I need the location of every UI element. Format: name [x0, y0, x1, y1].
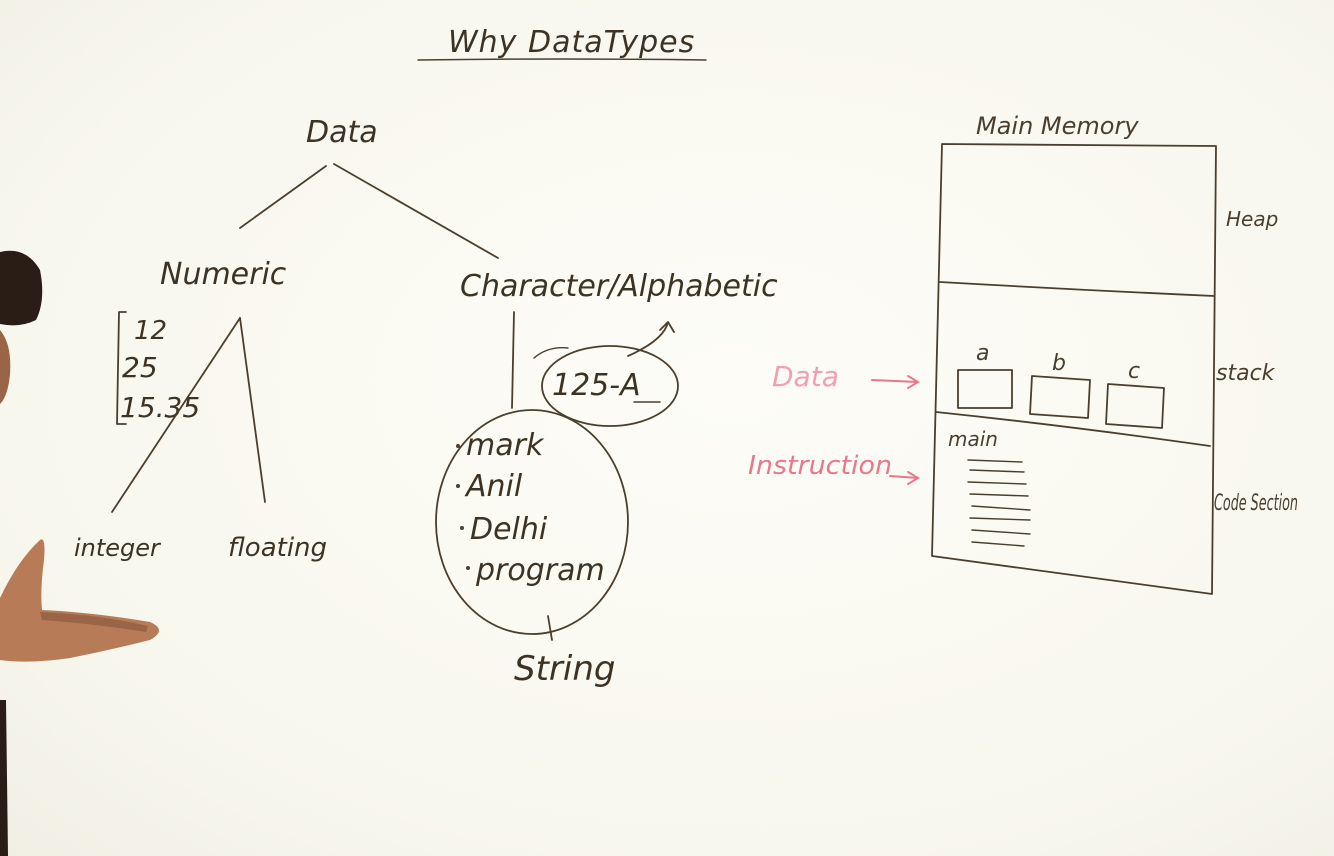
code-example-text: 125-A [552, 368, 641, 403]
string-connector [547, 615, 553, 641]
character-branch-down [511, 311, 515, 409]
numeric-label: Numeric [160, 257, 287, 292]
stack-var-a: a [976, 341, 989, 366]
tree-root-label: Data [306, 115, 378, 150]
numeric-child-integer: integer [74, 534, 162, 562]
memory-title: Main Memory [976, 112, 1139, 140]
stack-box-b [1029, 375, 1091, 419]
whiteboard-drawing: Why DataTypes Data Numeric 12 25 15.35 i… [0, 25, 1298, 856]
tree-branch-right [333, 163, 499, 259]
string-bullet-2 [456, 484, 460, 488]
pointer-instruction-label: Instruction [748, 451, 892, 481]
numeric-example-2: 25 [122, 351, 158, 384]
tree-branch-left [239, 165, 327, 229]
memory-box [931, 143, 1217, 595]
string-label: String [514, 649, 615, 689]
character-label: Character/Alphabetic [460, 269, 778, 304]
string-bullet-1 [456, 444, 460, 448]
memory-section-stack: stack [1216, 361, 1276, 386]
string-example-2: Anil [464, 469, 523, 504]
code-lines [967, 459, 1031, 547]
stack-var-b: b [1052, 351, 1066, 376]
code-function-label: main [948, 427, 998, 451]
arrow-right-icon [871, 375, 920, 389]
stack-box-c [1105, 383, 1165, 429]
arrow-right-icon [889, 471, 920, 485]
numeric-branch-right [239, 317, 266, 503]
whiteboard: Why DataTypes Data Numeric 12 25 15.35 i… [0, 0, 1334, 856]
string-bullet-4 [466, 566, 470, 570]
memory-section-code: Code Section [1214, 491, 1298, 516]
string-example-3: Delhi [470, 512, 548, 547]
numeric-example-1: 12 [134, 316, 167, 346]
string-bullet-3 [460, 526, 464, 530]
stack-box-a [957, 369, 1013, 409]
memory-section-heap: Heap [1226, 207, 1278, 231]
board-title: Why DataTypes [448, 25, 695, 60]
numeric-child-floating: floating [228, 533, 327, 563]
stack-var-c: c [1128, 359, 1140, 384]
string-example-1: mark [466, 428, 545, 463]
memory-divider-heap-stack [939, 281, 1215, 297]
pointer-data-label: Data [772, 360, 839, 393]
string-example-4: program [475, 553, 605, 588]
code-example-arrow [627, 321, 675, 357]
